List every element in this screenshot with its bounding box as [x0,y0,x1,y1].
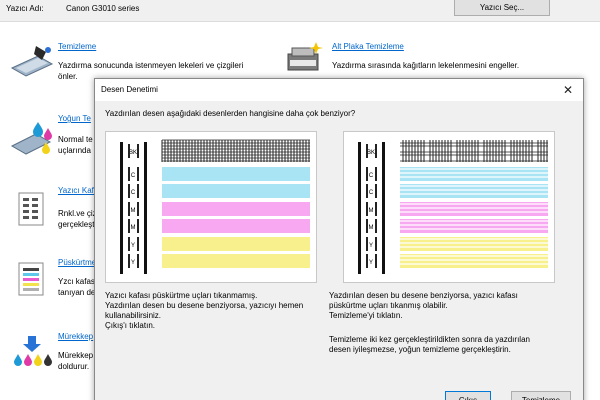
deep-cleaning-link[interactable]: Yoğun Te [58,114,91,123]
cleaning-button[interactable]: Temizleme [511,391,571,400]
pattern-row-label: M [369,208,374,214]
nozzle-check-icon [18,262,44,296]
select-printer-button[interactable]: Yazıcı Seç... [454,0,550,16]
ink-refill-link[interactable]: Mürekkep [58,332,93,341]
clogged-pattern-image: BK C C M M Y Y [358,140,548,274]
printer-bar: Yazıcı Adı: Canon G3010 series Yazıcı Se… [0,0,600,22]
cleaning-icon [10,46,54,77]
pattern-row-label: Y [369,260,373,266]
close-icon[interactable]: ✕ [561,83,575,97]
pattern-row-label: M [131,208,136,214]
pattern-row-label: C [369,190,374,196]
pattern-row-label: Y [369,243,373,249]
print-head-alignment-description: Rnkl.ve çiz gerçekleşti [58,209,97,229]
printer-name-value: Canon G3010 series [66,4,140,13]
bottom-plate-cleaning-icon [287,42,323,71]
pattern-row-label: C [369,173,374,179]
nozzle-check-link[interactable]: Püskürtme [58,258,96,267]
clogged-pattern-option[interactable]: BK C C M M Y Y [343,131,555,283]
normal-pattern-description: Yazıcı kafası püskürtme uçları tıkanmamı… [105,291,304,330]
pattern-row-label: C [131,190,136,196]
dialog-title: Desen Denetimi [101,85,158,94]
deep-cleaning-hint: Temizleme iki kez gerçekleştirildikten s… [329,335,530,354]
normal-pattern-image: BK C C M M Y Y [120,139,310,274]
pattern-row-label: M [131,225,136,231]
normal-pattern-option[interactable]: BK C C M M Y Y [105,131,317,283]
color-band [162,184,310,198]
ink-refill-icon [14,336,52,366]
pattern-row-label: Y [131,243,135,249]
bottom-plate-cleaning-link[interactable]: Alt Plaka Temizleme [332,42,404,51]
pattern-row-label: Y [131,260,135,266]
pattern-row-label: BK [129,150,137,156]
ink-refill-description: Mürekkep doldurur. [58,351,94,371]
bottom-plate-cleaning-description: Yazdırma sırasında kağıtların lekelenmes… [332,61,520,70]
pattern-row-label: BK [367,150,375,156]
dialog-titlebar: Desen Denetimi ✕ [95,79,583,101]
printer-name-label: Yazıcı Adı: [6,4,44,13]
deep-cleaning-description: Normal te uçlarında [58,135,93,155]
color-band [162,254,310,268]
pattern-row-label: C [131,173,136,179]
clogged-pattern-description: Yazdırılan desen bu desene benziyorsa, y… [329,291,518,320]
pattern-row-label: M [369,225,374,231]
pattern-question: Yazdırılan desen aşağıdaki desenlerden h… [105,109,356,118]
exit-button[interactable]: Çıkış [445,391,491,400]
color-band [162,202,310,216]
deep-cleaning-icon [10,122,52,155]
cleaning-link[interactable]: Temizleme [58,42,96,51]
nozzle-check-description: Yzcı kafası tanıyan de [58,277,98,297]
print-head-alignment-icon [18,192,44,226]
color-band [162,237,310,251]
color-band [162,167,310,181]
print-head-alignment-link[interactable]: Yazıcı Kafa [58,186,98,195]
color-band [162,219,310,233]
pattern-check-dialog: Desen Denetimi ✕ Yazdırılan desen aşağıd… [94,78,584,400]
